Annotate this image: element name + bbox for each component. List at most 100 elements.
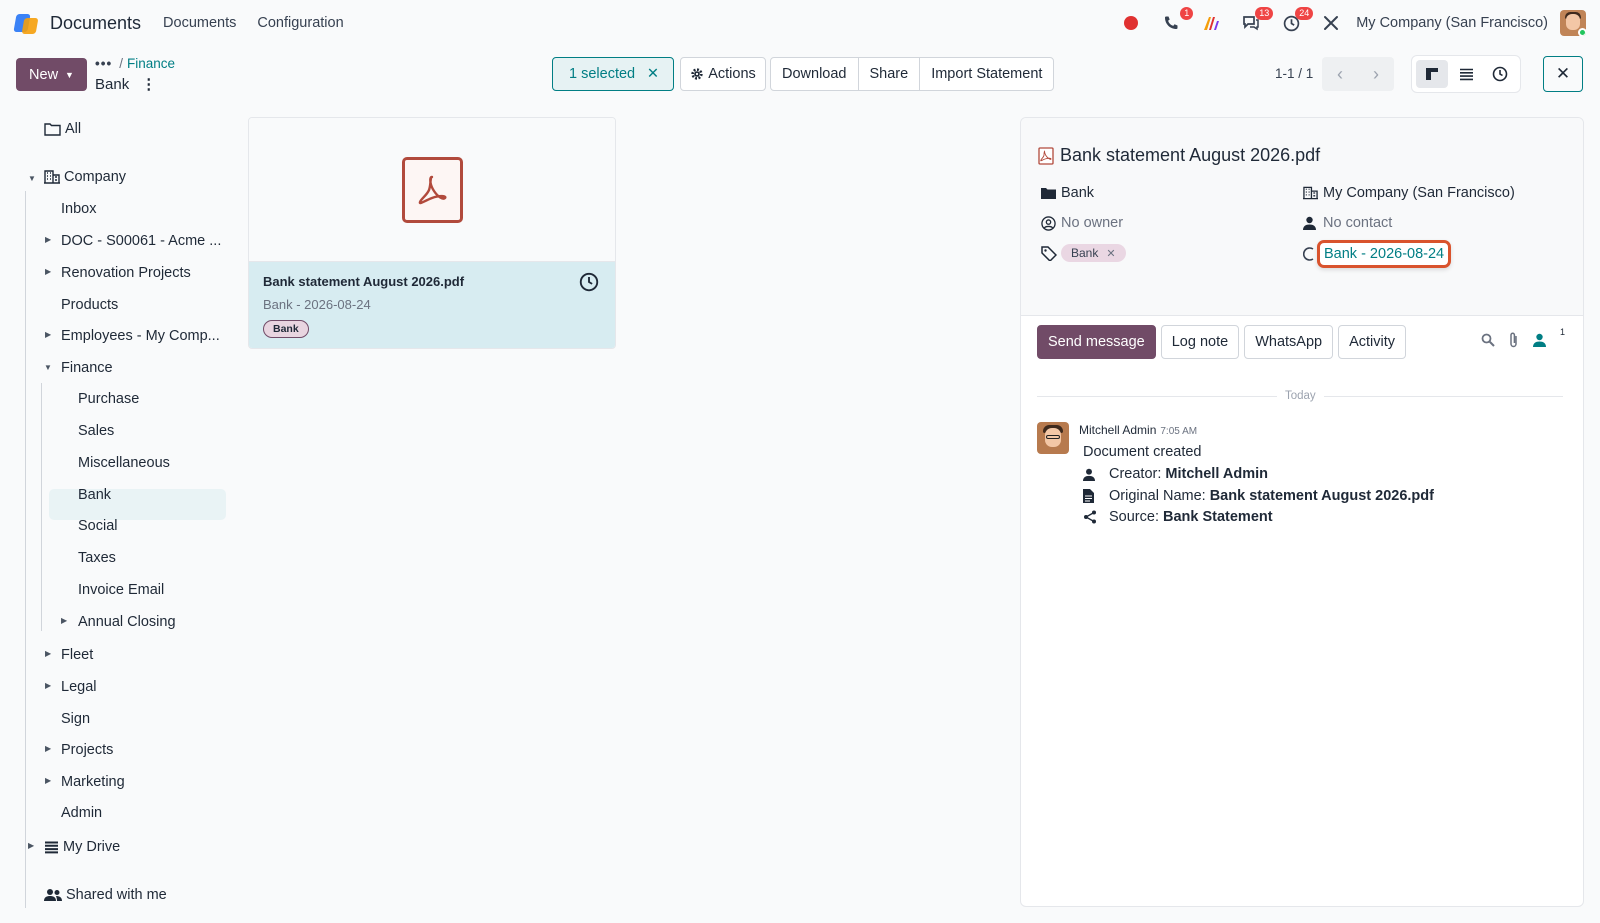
remove-tag-icon[interactable]: ✕ <box>1106 247 1115 260</box>
share-button[interactable]: Share <box>859 58 921 90</box>
sidebar-item-invoice-email[interactable]: Invoice Email <box>78 582 164 598</box>
caret-right-icon[interactable]: ▶ <box>45 235 51 244</box>
sidebar-item-bank[interactable]: Bank <box>78 487 111 503</box>
linked-record-link[interactable]: Bank - 2026-08-24 <box>1317 240 1452 268</box>
pdf-file-icon <box>401 156 463 223</box>
actions-label: Actions <box>708 66 756 82</box>
caret-right-icon[interactable]: ▶ <box>45 681 51 690</box>
caret-right-icon[interactable]: ▶ <box>61 616 67 625</box>
chat-icon[interactable]: 13 <box>1236 7 1274 38</box>
sidebar-item-all[interactable]: All <box>44 121 81 137</box>
sidebar-item-sign[interactable]: Sign <box>61 711 90 727</box>
company-switcher[interactable]: My Company (San Francisco) <box>1356 15 1548 31</box>
sidebar-item-legal[interactable]: Legal <box>61 679 96 695</box>
message-author-name[interactable]: Mitchell Admin <box>1079 423 1156 437</box>
user-avatar[interactable] <box>1560 10 1586 36</box>
download-button[interactable]: Download <box>771 58 859 90</box>
messages-badge: 13 <box>1255 7 1274 20</box>
document-thumbnail[interactable] <box>249 118 615 262</box>
app-name[interactable]: Documents <box>50 13 141 34</box>
tags-field[interactable]: Bank ✕ <box>1041 244 1126 262</box>
document-card[interactable]: Bank statement August 2026.pdf Bank - 20… <box>248 117 616 349</box>
tools-icon[interactable] <box>1316 8 1346 38</box>
caret-down-icon[interactable]: ▼ <box>44 363 52 372</box>
selection-actions-group: Download Share Import Statement <box>770 57 1055 91</box>
paperclip-icon[interactable] <box>1509 332 1519 348</box>
original-name-label: Original Name: <box>1109 488 1206 504</box>
sidebar-item-company[interactable]: Company <box>44 169 126 185</box>
menu-documents[interactable]: Documents <box>163 15 236 31</box>
company-value: My Company (San Francisco) <box>1323 185 1515 201</box>
list-view-icon[interactable] <box>1450 60 1482 88</box>
app-logo-icon[interactable] <box>13 10 40 36</box>
caret-right-icon[interactable]: ▶ <box>45 776 51 785</box>
sidebar-item-shared-with-me[interactable]: Shared with me <box>44 887 167 903</box>
chatter-actions: Send message Log note WhatsApp Activity <box>1037 325 1411 359</box>
caret-right-icon[interactable]: ▶ <box>45 267 51 276</box>
tree-guide <box>41 383 42 631</box>
document-card-subtitle: Bank - 2026-08-24 <box>263 297 371 312</box>
contact-value: No contact <box>1323 215 1393 231</box>
search-icon[interactable] <box>1481 333 1495 347</box>
caret-right-icon[interactable]: ▶ <box>45 744 51 753</box>
owner-field[interactable]: No owner <box>1041 215 1123 231</box>
sidebar-item-fleet[interactable]: Fleet <box>61 647 93 663</box>
sidebar-item-taxes[interactable]: Taxes <box>78 550 116 566</box>
contact-field[interactable]: No contact <box>1303 215 1392 231</box>
breadcrumb-finance-link[interactable]: Finance <box>127 56 175 71</box>
caret-down-icon[interactable]: ▼ <box>28 174 36 183</box>
caret-right-icon[interactable]: ▶ <box>28 841 34 850</box>
actions-button[interactable]: Actions <box>680 57 766 91</box>
kanban-view-icon[interactable] <box>1416 60 1448 88</box>
document-title[interactable]: Bank statement August 2026.pdf <box>1038 145 1320 166</box>
folder-icon <box>44 122 61 136</box>
sidebar-item-sales[interactable]: Sales <box>78 423 114 439</box>
sidebar-item-social[interactable]: Social <box>78 518 118 534</box>
sidebar-item-marketing[interactable]: Marketing <box>61 774 125 790</box>
menu-configuration[interactable]: Configuration <box>257 15 343 31</box>
sidebar-item-projects[interactable]: Projects <box>61 742 113 758</box>
folder-field[interactable]: Bank <box>1041 185 1094 201</box>
import-statement-button[interactable]: Import Statement <box>920 58 1053 90</box>
activity-button[interactable]: Activity <box>1338 325 1407 359</box>
clock-icon[interactable]: 24 <box>1276 7 1314 38</box>
sidebar-item-doc-s00061[interactable]: DOC - S00061 - Acme ... <box>61 233 221 249</box>
pager-previous-icon[interactable]: ‹ <box>1337 64 1343 85</box>
ai-icon[interactable] <box>1196 8 1226 38</box>
log-note-button[interactable]: Log note <box>1160 325 1240 359</box>
sidebar-item-products[interactable]: Products <box>61 297 118 313</box>
gear-icon <box>690 67 704 81</box>
record-icon[interactable] <box>1116 8 1146 38</box>
sidebar-item-employees[interactable]: Employees - My Comp... <box>61 328 220 344</box>
selection-pill[interactable]: 1 selected ✕ <box>552 57 674 91</box>
clear-selection-icon[interactable]: ✕ <box>647 66 659 82</box>
whatsapp-button[interactable]: WhatsApp <box>1244 325 1334 359</box>
company-field[interactable]: My Company (San Francisco) <box>1303 185 1515 201</box>
activity-clock-icon[interactable] <box>579 272 599 295</box>
breadcrumb-more-icon[interactable]: ••• <box>95 56 112 71</box>
phone-icon[interactable]: 1 <box>1156 7 1194 38</box>
share-icon <box>1083 510 1109 524</box>
sidebar-item-miscellaneous[interactable]: Miscellaneous <box>78 455 170 471</box>
sidebar-item-my-drive[interactable]: My Drive <box>44 839 120 855</box>
activities-badge: 24 <box>1295 7 1314 20</box>
send-message-button[interactable]: Send message <box>1037 325 1156 359</box>
sidebar-item-annual-closing[interactable]: Annual Closing <box>78 614 176 630</box>
new-button[interactable]: New ▼ <box>16 58 87 91</box>
followers-icon[interactable]: 1 <box>1532 327 1565 347</box>
pager-next-icon[interactable]: › <box>1373 64 1379 85</box>
caret-right-icon[interactable]: ▶ <box>45 649 51 658</box>
tag-icon <box>1041 245 1061 261</box>
pager-value[interactable]: 1-1 / 1 <box>1275 66 1313 81</box>
kebab-menu-icon[interactable]: ⋮ <box>141 75 156 93</box>
activity-view-icon[interactable] <box>1484 60 1516 88</box>
message-author-avatar[interactable] <box>1037 422 1069 454</box>
close-panel-button[interactable]: ✕ <box>1543 56 1583 92</box>
sidebar-item-admin[interactable]: Admin <box>61 805 102 821</box>
sidebar-item-purchase[interactable]: Purchase <box>78 391 139 407</box>
caret-right-icon[interactable]: ▶ <box>45 330 51 339</box>
sidebar-item-renovation-projects[interactable]: Renovation Projects <box>61 265 191 281</box>
linked-record-field[interactable]: Bank - 2026-08-24 <box>1303 240 1452 268</box>
sidebar-item-inbox[interactable]: Inbox <box>61 201 96 217</box>
sidebar-item-finance[interactable]: Finance <box>61 360 113 376</box>
